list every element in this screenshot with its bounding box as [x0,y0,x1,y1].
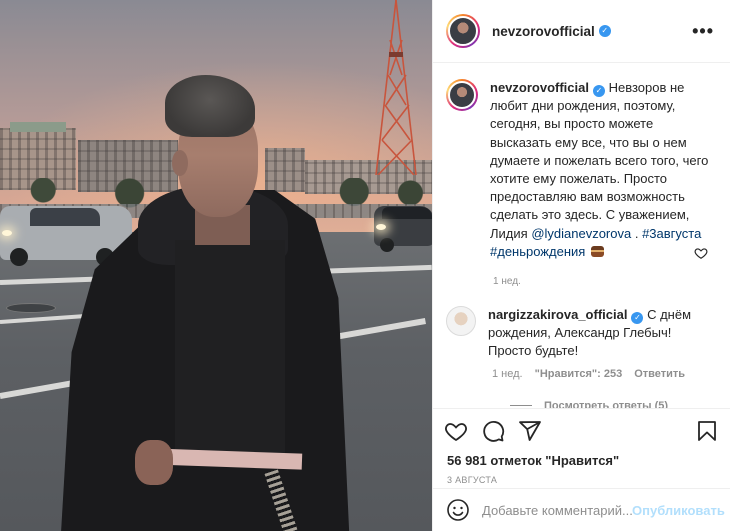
mention-link[interactable]: @lydianevzorova [531,226,631,241]
post-header: nevzorovofficial ✓ ••• [433,0,730,63]
verified-icon: ✓ [592,85,605,97]
caption-separator: . [631,225,643,241]
car-right [374,206,432,252]
man-figure [60,70,360,531]
publish-button[interactable]: Опубликовать [632,503,725,518]
comment-time[interactable]: 1 нед. [492,368,523,380]
author-avatar[interactable] [446,14,480,48]
caption-time[interactable]: 1 нед. [493,276,714,287]
add-comment-bar: Опубликовать [433,488,730,531]
author-avatar[interactable] [446,79,478,111]
post-sidebar: nevzorovofficial ✓ ••• nevzorovofficial ✓… [432,0,730,531]
cake-emoji [590,245,604,257]
instagram-post: nevzorovofficial ✓ ••• nevzorovofficial ✓… [0,0,730,531]
verified-icon: ✓ [631,312,644,325]
comments-area[interactable]: nevzorovofficial ✓ Невзоров не любит дни … [433,63,730,408]
building-roof [10,122,66,132]
hashtag-link[interactable]: #деньрождения [490,244,585,259]
reply-button[interactable]: Ответить [634,368,685,380]
caption-text: nevzorovofficial ✓ Невзоров не любит дни … [490,79,714,261]
comment-meta: 1 нед. "Нравится": 253 Ответить [492,368,714,380]
more-options-icon[interactable]: ••• [692,21,714,42]
post-photo[interactable] [0,0,432,531]
hair [165,75,255,137]
emoji-icon[interactable] [446,498,470,522]
caption: nevzorovofficial ✓ Невзоров не любит дни … [446,79,714,261]
heart-icon[interactable] [444,419,468,443]
comment-text: nargizzakirova_official ✓ С днём рождения… [488,306,706,361]
small-heart-icon[interactable] [694,246,708,260]
comment-likes[interactable]: "Нравится": 253 [535,368,623,380]
view-replies-button[interactable]: Посмотреть ответы (5) [510,400,714,408]
action-bar [433,408,730,446]
bookmark-icon[interactable] [695,419,719,443]
commenter-avatar[interactable] [446,306,476,337]
ear [172,150,188,176]
replies-divider [510,405,532,407]
caption-author[interactable]: nevzorovofficial [490,80,589,95]
comment: nargizzakirova_official ✓ С днём рождения… [446,306,714,361]
verified-icon: ✓ [598,25,611,37]
post-date[interactable]: 3 АВГУСТА [433,468,730,485]
likes-count[interactable]: 56 981 отметок "Нравится" [433,446,730,468]
share-icon[interactable] [518,419,542,443]
comment-author[interactable]: nargizzakirova_official [488,307,627,322]
hand [135,440,173,485]
shirt [175,240,285,460]
caption-body: Невзоров не любит дни рождения, поэтому,… [490,80,709,241]
author-username[interactable]: nevzorovofficial [492,24,595,39]
view-replies-label: Посмотреть ответы (5) [544,399,669,408]
hashtag-link[interactable]: #3августа [642,226,701,241]
tv-tower [375,0,417,175]
comment-icon[interactable] [481,419,505,443]
manhole [6,303,56,313]
comment-input[interactable] [482,502,632,518]
